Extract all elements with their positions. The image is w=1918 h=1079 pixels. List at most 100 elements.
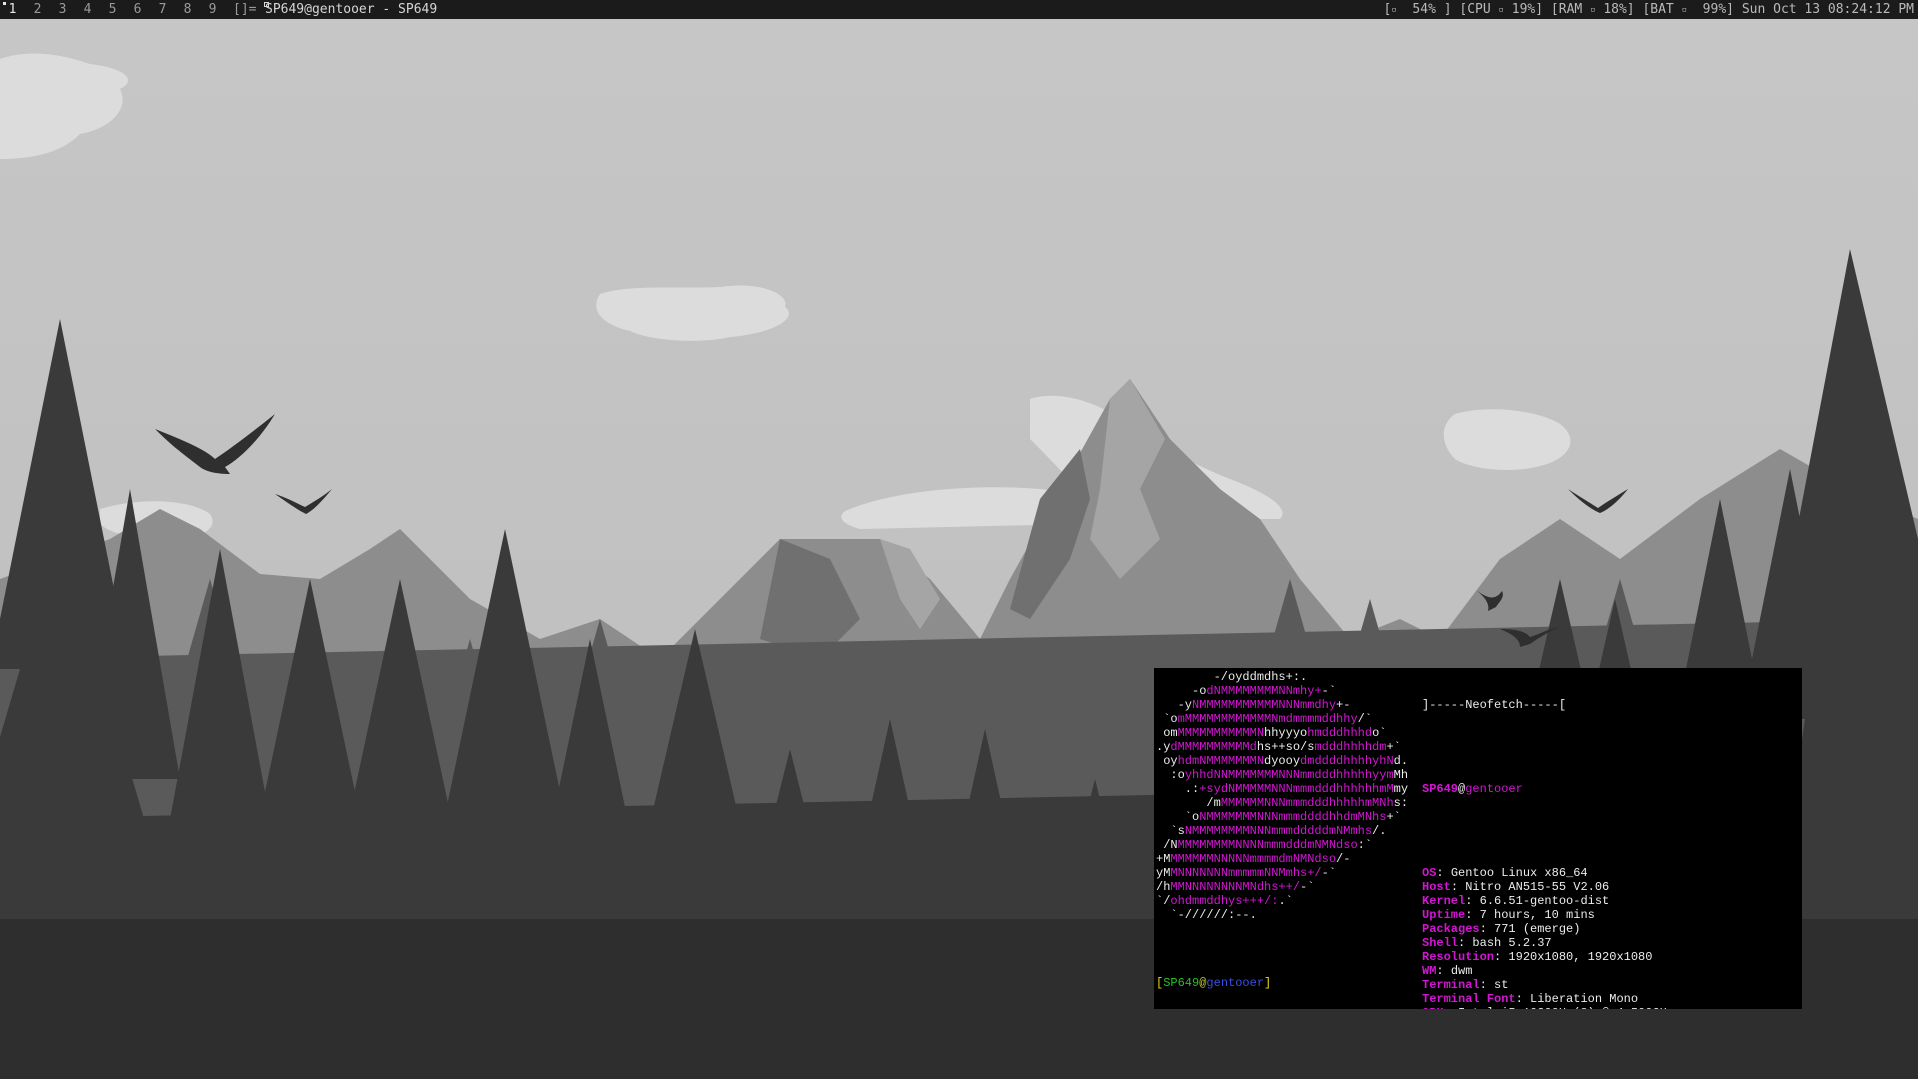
- ascii-segment: my: [1393, 782, 1409, 796]
- info-key: WM: [1422, 964, 1437, 978]
- ascii-segment: dNMMMMMMMMNNmhy+: [1206, 684, 1322, 698]
- ascii-segment: `/: [1156, 894, 1171, 908]
- ascii-segment: yM: [1156, 866, 1171, 880]
- ascii-segment: mdddhhhhdm: [1314, 740, 1387, 754]
- desktop: 123456789 []= SP649@gentooer - SP649 [▫ …: [0, 0, 1918, 1079]
- ascii-logo-line: /NMMMMMMMMNNNNmmmdddmNMNdso:`: [1156, 838, 1408, 852]
- info-separator: :: [1465, 908, 1480, 922]
- volume-icon: ▫: [1391, 5, 1397, 15]
- info-separator: :: [1515, 992, 1531, 1006]
- ascii-segment: mMMMMMMMMMMMMNmdmmmmddhhy: [1177, 712, 1358, 726]
- info-separator: :: [1465, 894, 1480, 908]
- info-row: Kernel: 6.6.51-gentoo-dist: [1422, 894, 1717, 908]
- cpu-value: 19%]: [1511, 2, 1544, 17]
- ascii-logo-line: `oNMMMMMMMNNNmmmddddhhdmMNhs+`: [1156, 810, 1408, 824]
- ascii-segment: hmdddhhhd: [1307, 726, 1373, 740]
- ascii-segment: .y: [1156, 740, 1171, 754]
- ascii-logo-line: omMMMMMMMMMMMNhhyyyohmdddhhhdo`: [1156, 726, 1408, 740]
- ascii-logo-line: oyhdmNMMMMMMMNdyooydmddddhhhhyhNd.: [1156, 754, 1408, 768]
- ascii-segment: hhyyyo: [1264, 726, 1308, 740]
- tag-4[interactable]: 4: [75, 0, 100, 19]
- ascii-segment: :`: [1357, 838, 1373, 852]
- info-value: Nitro AN515-55 V2.06: [1465, 880, 1610, 894]
- dwm-status-bar: 123456789 []= SP649@gentooer - SP649 [▫ …: [0, 0, 1918, 19]
- tag-8[interactable]: 8: [175, 0, 200, 19]
- info-row: WM: dwm: [1422, 964, 1717, 978]
- ascii-segment: NMMMMMMMMMMMNNNmmdhy: [1192, 698, 1337, 712]
- ascii-segment: dMMMMMMMMMMd: [1170, 740, 1257, 754]
- info-row: OS: Gentoo Linux x86_64: [1422, 866, 1717, 880]
- tag-6[interactable]: 6: [125, 0, 150, 19]
- ascii-logo-line: -/oyddmdhs+:.: [1156, 670, 1408, 684]
- ascii-logo-line: yMMNNNNNNNmmmmmNNMmhs+/-`: [1156, 866, 1408, 880]
- neofetch-rows: OS: Gentoo Linux x86_64 Host: Nitro AN515…: [1422, 866, 1717, 1009]
- ascii-segment: -`: [1300, 880, 1315, 894]
- tag-9[interactable]: 9: [200, 0, 225, 19]
- info-row: Terminal: st: [1422, 978, 1717, 992]
- ascii-segment: om: [1156, 726, 1178, 740]
- ascii-segment: MMMMMMNNNNNmmmmdmNMNdso: [1170, 852, 1337, 866]
- info-value: 1920x1080, 1920x1080: [1508, 950, 1653, 964]
- volume-value: 54% ]: [1412, 2, 1452, 17]
- info-value: 771 (emerge): [1494, 922, 1581, 936]
- prompt-host: gentooer: [1206, 976, 1265, 990]
- info-value: bash 5.2.37: [1472, 936, 1552, 950]
- tag-3[interactable]: 3: [50, 0, 75, 19]
- terminal-window[interactable]: -/oyddmdhs+:. -odNMMMMMMMMNNmhy+ -` -yNMM…: [1154, 668, 1802, 1009]
- window-title: SP649@gentooer - SP649: [264, 0, 437, 19]
- layout-indicator[interactable]: []=: [233, 0, 256, 19]
- status-text: [▫ 54% ] [CPU ▫ 19%] [RAM ▫ 18%] [BAT ▫ …: [1384, 0, 1914, 20]
- prompt-close-bracket: ]: [1264, 976, 1272, 990]
- ascii-segment: /-: [1336, 852, 1351, 866]
- tag-2[interactable]: 2: [25, 0, 50, 19]
- info-key: CPU: [1422, 1006, 1444, 1009]
- tag-7[interactable]: 7: [150, 0, 175, 19]
- ascii-segment: MMNNNNNNNNMNdhs++/: [1170, 880, 1301, 894]
- ascii-segment: MMMMMMMMNNNNmmmdddmNMNdso: [1177, 838, 1358, 852]
- ascii-segment: MNNNNNNNmmmmmNNMmhs+/: [1170, 866, 1322, 880]
- ascii-segment: MMMMMMMMMMMN: [1177, 726, 1265, 740]
- info-key: OS: [1422, 866, 1437, 880]
- info-key: Resolution: [1422, 950, 1495, 964]
- ascii-segment: NMMMMMMMNNNmmmddddhhdmMNhs: [1199, 810, 1387, 824]
- info-separator: :: [1444, 1006, 1458, 1009]
- info-row: Packages: 771 (emerge): [1422, 922, 1717, 936]
- info-value: Intel i5-10300H (8) @ 4.500GHz: [1458, 1006, 1674, 1009]
- info-key: Kernel: [1422, 894, 1466, 908]
- ascii-segment: /.: [1372, 824, 1387, 838]
- ascii-segment: `-//////:--.: [1156, 908, 1257, 922]
- prompt-user: SP649: [1163, 976, 1200, 990]
- tag-1[interactable]: 1: [0, 0, 25, 19]
- shell-prompt[interactable]: [SP649@gentooer] [ ~ ]$: [1156, 948, 1271, 1009]
- ascii-logo-line: `sNMMMMMMMMNNNmmmdddddmNMmhs/.: [1156, 824, 1408, 838]
- prompt-line-1: [SP649@gentooer]: [1156, 976, 1271, 990]
- ascii-segment: +`: [1386, 810, 1401, 824]
- ascii-segment: MMMMMMNNNmmmdddhhhhhmMNh: [1220, 796, 1394, 810]
- ascii-segment: ohdmmddhys+++/:: [1170, 894, 1279, 908]
- info-value: st: [1494, 978, 1509, 992]
- tag-label: 1: [8, 2, 17, 17]
- info-separator: :: [1494, 950, 1509, 964]
- ascii-segment: hdmNMMMMMMMN: [1177, 754, 1265, 768]
- ascii-segment: Mh: [1393, 768, 1409, 782]
- ascii-segment: .:: [1156, 782, 1200, 796]
- info-row: Shell: bash 5.2.37: [1422, 936, 1717, 950]
- info-key: Host: [1422, 880, 1451, 894]
- ascii-logo-line: -yNMMMMMMMMMMMNNNmmdhy+-: [1156, 698, 1408, 712]
- ascii-segment: `o: [1156, 810, 1200, 824]
- info-key: Terminal Font: [1422, 992, 1516, 1006]
- neofetch-title: SP649@gentooer: [1422, 782, 1717, 796]
- ascii-segment: -o: [1156, 684, 1207, 698]
- ascii-segment: `o: [1156, 712, 1178, 726]
- info-row: Uptime: 7 hours, 10 mins: [1422, 908, 1717, 922]
- cpu-icon: ▫: [1498, 5, 1504, 15]
- tag-5[interactable]: 5: [100, 0, 125, 19]
- ascii-logo-line: .ydMMMMMMMMMMdhs++so/smdddhhhhdm+`: [1156, 740, 1408, 754]
- ascii-segment: -`: [1321, 866, 1337, 880]
- ascii-segment: d.: [1393, 754, 1409, 768]
- ascii-logo-line: `omMMMMMMMMMMMMNmdmmmmddhhy/`: [1156, 712, 1408, 726]
- ram-label: [RAM: [1550, 2, 1583, 17]
- ascii-segment: +M: [1156, 852, 1171, 866]
